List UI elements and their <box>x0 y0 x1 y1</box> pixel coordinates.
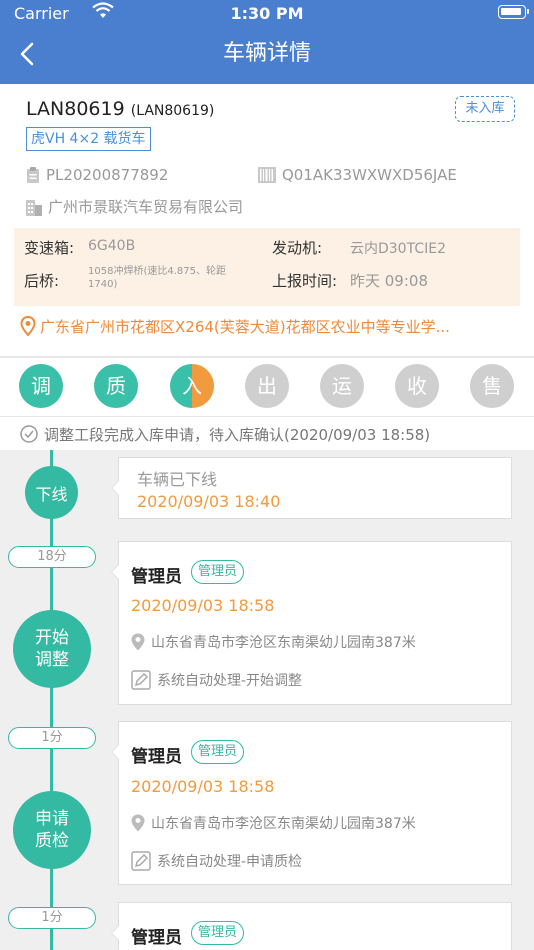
note-text: 系统自动处理-开始调整 <box>157 673 303 689</box>
pl-number-row: PL20200877892 <box>26 166 168 184</box>
duration-badge: 18分 <box>8 546 96 568</box>
status-badge: 未入库 <box>455 96 515 122</box>
event-note: 系统自动处理-申请质检 <box>131 851 302 871</box>
location-pin-icon <box>20 316 36 336</box>
rear-axle-label: 后桥: <box>24 272 60 290</box>
timeline-node-request-qc: 申请 质检 <box>13 791 91 869</box>
timeline-card-request-qc: 管理员 管理员 2020/09/03 18:58 山东省青岛市李沧区东南渠幼儿园… <box>111 721 512 885</box>
timeline-card-offline: 车辆已下线 2020/09/03 18:40 <box>111 457 512 519</box>
notice-text: 调整工段完成入库申请，待入库确认(2020/09/03 18:58) <box>44 425 431 444</box>
vin-row: Q01AK33WXWXD56JAE <box>258 166 457 184</box>
note-text: 系统自动处理-申请质检 <box>157 854 303 870</box>
edit-note-icon <box>131 851 151 871</box>
event-location: 山东省青岛市李沧区东南渠幼儿园南387米 <box>131 813 416 833</box>
plate-sub: (LAN80619) <box>130 103 215 119</box>
location-text: 山东省青岛市李沧区东南渠幼儿园南387米 <box>151 635 416 651</box>
event-time: 2020/09/03 18:58 <box>131 777 275 796</box>
duration-badge: 1分 <box>8 727 96 749</box>
step-warehouse-in[interactable]: 入 <box>170 364 214 408</box>
model-tag: 虎VH 4×2 载货车 <box>26 127 151 151</box>
report-time-value: 昨天 09:08 <box>350 272 428 290</box>
vehicle-address[interactable]: 广东省广州市花都区X264(芙蓉大道)花都区农业中等专业学... <box>20 314 520 338</box>
report-time-label: 上报时间: <box>272 272 338 290</box>
node-label-line1: 申请 <box>35 809 69 829</box>
location-pin-icon <box>131 633 145 651</box>
gearbox-label: 变速箱: <box>24 239 75 257</box>
clipboard-icon <box>27 167 39 183</box>
location-pin-icon <box>131 814 145 832</box>
edit-note-icon <box>131 670 151 690</box>
timeline-node-start-adjust: 开始 调整 <box>13 610 91 688</box>
event-user: 管理员 <box>131 567 182 587</box>
node-label-line2: 质检 <box>35 831 69 851</box>
battery-icon <box>498 5 529 19</box>
engine-label: 发动机: <box>272 239 323 257</box>
step-warehouse-out[interactable]: 出 <box>245 364 289 408</box>
company-row: 广州市景联汽车贸易有限公司 <box>26 196 243 217</box>
event-time: 2020/09/03 18:58 <box>131 596 275 615</box>
event-note: 系统自动处理-开始调整 <box>131 670 302 690</box>
check-circle-icon <box>20 425 38 443</box>
node-label: 下线 <box>35 484 68 504</box>
timeline: 下线 车辆已下线 2020/09/03 18:40 18分 开始 调整 管理员 … <box>0 450 534 950</box>
step-receive[interactable]: 收 <box>395 364 439 408</box>
event-user: 管理员 <box>131 928 182 948</box>
role-badge: 管理员 <box>191 740 245 764</box>
engine-value: 云内D30TCIE2 <box>350 241 446 257</box>
pl-number: PL20200877892 <box>46 166 169 184</box>
event-title: 车辆已下线 <box>137 470 218 489</box>
timeline-card-start-adjust: 管理员 管理员 2020/09/03 18:58 山东省青岛市李沧区东南渠幼儿园… <box>111 541 512 705</box>
timeline-line <box>50 450 53 950</box>
timeline-card-next: 管理员 管理员 <box>111 902 512 950</box>
company-name: 广州市景联汽车贸易有限公司 <box>48 198 244 216</box>
gearbox-value: 6G40B <box>88 238 136 254</box>
barcode-icon <box>258 167 276 183</box>
app-header: Carrier 1:30 PM 车辆详情 <box>0 0 534 84</box>
rear-axle-value: 1058冲焊桥(速比4.875、轮距1740) <box>88 266 226 290</box>
role-badge: 管理员 <box>191 560 245 584</box>
page-title: 车辆详情 <box>222 41 311 66</box>
building-icon <box>26 199 42 216</box>
event-location: 山东省青岛市李沧区东南渠幼儿园南387米 <box>131 632 416 652</box>
step-quality[interactable]: 质 <box>94 364 138 408</box>
vehicle-plate: LAN80619 (LAN80619) <box>26 98 214 120</box>
vin-number: Q01AK33WXWXD56JAE <box>282 166 457 184</box>
address-text: 广东省广州市花都区X264(芙蓉大道)花都区农业中等专业学... <box>40 317 450 336</box>
step-transport[interactable]: 运 <box>320 364 364 408</box>
step-adjust[interactable]: 调 <box>19 364 63 408</box>
role-badge: 管理员 <box>191 921 245 945</box>
clock: 1:30 PM <box>230 4 304 23</box>
plate-number: LAN80619 <box>26 98 125 120</box>
timeline-node-offline: 下线 <box>25 466 78 519</box>
node-label-line2: 调整 <box>35 650 69 670</box>
duration-badge: 1分 <box>8 907 96 929</box>
steps-divider <box>0 416 534 417</box>
node-label-line1: 开始 <box>35 628 69 648</box>
event-time: 2020/09/03 18:40 <box>137 492 281 511</box>
status-notice: 调整工段完成入库申请，待入库确认(2020/09/03 18:58) <box>20 422 430 446</box>
step-sale[interactable]: 售 <box>470 364 514 408</box>
location-text: 山东省青岛市李沧区东南渠幼儿园南387米 <box>151 816 416 832</box>
event-user: 管理员 <box>131 747 182 767</box>
status-bar: Carrier 1:30 PM <box>0 0 534 28</box>
